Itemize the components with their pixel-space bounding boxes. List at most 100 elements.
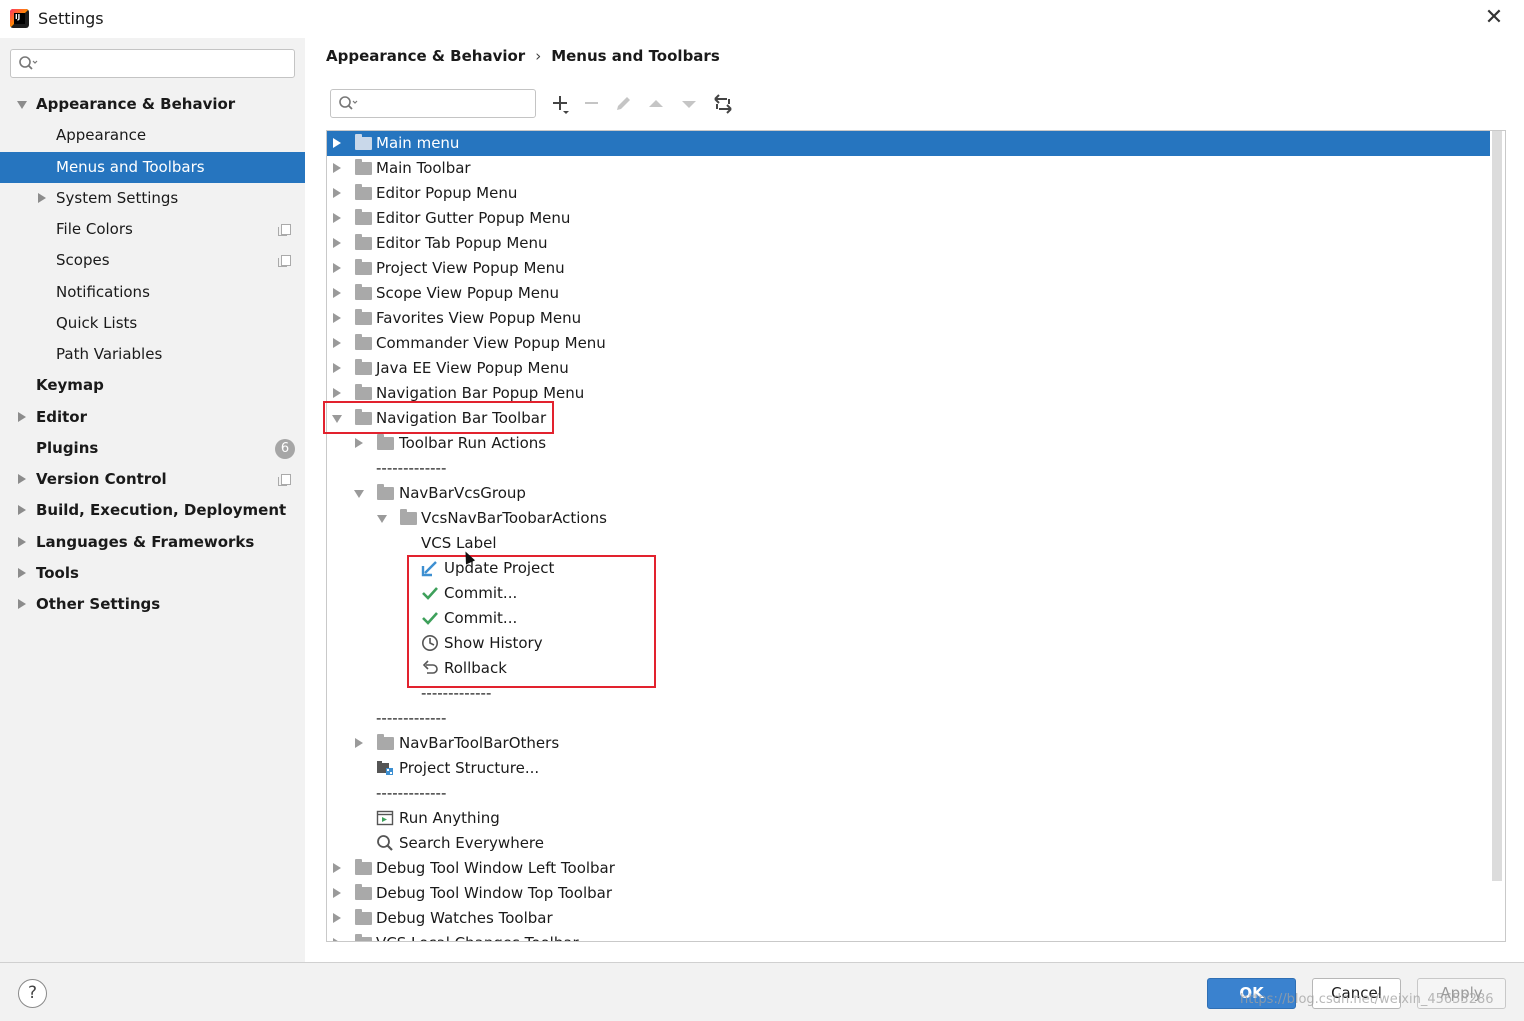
tree-row[interactable]: Commander View Popup Menu (327, 331, 1491, 356)
sidebar-item-label: Languages & Frameworks (36, 533, 255, 551)
remove-icon[interactable] (580, 92, 604, 116)
tree-row[interactable]: Favorites View Popup Menu (327, 306, 1491, 331)
sidebar-item-system-settings[interactable]: System Settings (0, 183, 305, 214)
tree-row-label: Debug Tool Window Left Toolbar (376, 859, 615, 877)
tree-row-label: VcsNavBarToobarActions (421, 509, 607, 527)
tree-row[interactable]: Main menu (327, 131, 1491, 156)
folder-icon (377, 734, 394, 750)
folder-icon (355, 359, 372, 375)
project-scope-icon (278, 255, 291, 267)
chevron-right-icon (333, 213, 341, 223)
sidebar-item-appearance-behavior[interactable]: Appearance & Behavior (0, 89, 305, 120)
tree-row[interactable]: Debug Tool Window Left Toolbar (327, 856, 1491, 881)
chevron-right-icon (18, 505, 26, 515)
sidebar-item-notifications[interactable]: Notifications (0, 277, 305, 308)
tree-row-label: Main menu (376, 134, 460, 152)
tree-row-separator[interactable]: ------------- (327, 706, 1491, 731)
run-anything-icon (376, 809, 394, 827)
tree-row[interactable]: VCS Label (327, 531, 1491, 556)
project-scope-icon (278, 474, 291, 486)
tree-row[interactable]: Main Toolbar (327, 156, 1491, 181)
move-up-icon[interactable] (644, 92, 668, 116)
chevron-right-icon (18, 537, 26, 547)
tree-row-label: Favorites View Popup Menu (376, 309, 582, 327)
chevron-right-icon (333, 188, 341, 198)
chevron-right-icon (333, 138, 341, 148)
actions-tree[interactable]: Main menu Main Toolbar Editor Popup Menu… (326, 130, 1506, 942)
help-button[interactable]: ? (18, 979, 47, 1008)
tree-row[interactable]: Debug Watches Toolbar (327, 906, 1491, 931)
sidebar-item-label: Tools (36, 564, 79, 582)
chevron-right-icon (333, 338, 341, 348)
folder-icon (377, 434, 394, 450)
chevron-right-icon (333, 238, 341, 248)
tree-scrollbar[interactable] (1490, 131, 1504, 881)
tree-row[interactable]: Scope View Popup Menu (327, 281, 1491, 306)
sidebar-item-editor[interactable]: Editor (0, 402, 305, 433)
sidebar-item-path-variables[interactable]: Path Variables (0, 339, 305, 370)
scrollbar-thumb[interactable] (1492, 131, 1502, 881)
sidebar-item-other-settings[interactable]: Other Settings (0, 589, 305, 620)
tree-row[interactable]: Run Anything (327, 806, 1491, 831)
chevron-right-icon (333, 288, 341, 298)
add-icon[interactable] (549, 92, 573, 116)
tree-row[interactable]: Search Everywhere (327, 831, 1491, 856)
folder-icon (355, 134, 372, 150)
folder-icon (355, 284, 372, 300)
tree-row[interactable]: VCS Local Changes Toolbar (327, 931, 1491, 941)
tree-row-label: VCS Local Changes Toolbar (376, 931, 579, 941)
sidebar-item-tools[interactable]: Tools (0, 558, 305, 589)
sidebar-item-label: Plugins (36, 439, 99, 457)
search-icon (376, 834, 394, 852)
chevron-down-icon (17, 101, 27, 109)
settings-sidebar: Appearance & Behavior Appearance Menus a… (0, 38, 305, 962)
sidebar-item-keymap[interactable]: Keymap (0, 370, 305, 401)
sidebar-item-scopes[interactable]: Scopes (0, 245, 305, 276)
breadcrumb-separator: › (535, 47, 542, 65)
sidebar-item-version-control[interactable]: Version Control (0, 464, 305, 495)
tree-row[interactable]: Editor Popup Menu (327, 181, 1491, 206)
tree-row[interactable]: Java EE View Popup Menu (327, 356, 1491, 381)
tree-row[interactable]: NavBarToolBarOthers (327, 731, 1491, 756)
sidebar-item-build-execution-deployment[interactable]: Build, Execution, Deployment (0, 495, 305, 526)
tree-row-separator[interactable]: ------------- (327, 781, 1491, 806)
sidebar-item-label: Version Control (36, 470, 167, 488)
sidebar-item-label: Build, Execution, Deployment (36, 501, 287, 519)
project-structure-icon (376, 759, 394, 777)
sidebar-item-label: Appearance & Behavior (36, 95, 236, 113)
sidebar-search-input[interactable] (10, 49, 295, 78)
tree-row-label: Editor Gutter Popup Menu (376, 209, 571, 227)
chevron-right-icon (333, 263, 341, 273)
restore-defaults-icon[interactable] (711, 92, 735, 116)
sidebar-item-appearance[interactable]: Appearance (0, 120, 305, 151)
tree-row-label: Editor Tab Popup Menu (376, 234, 548, 252)
sidebar-item-plugins[interactable]: Plugins 6 (0, 433, 305, 464)
tree-row[interactable]: VcsNavBarToobarActions (327, 506, 1491, 531)
tree-row-label: VCS Label (421, 534, 497, 552)
tree-row[interactable]: NavBarVcsGroup (327, 481, 1491, 506)
tree-row[interactable]: Debug Tool Window Top Toolbar (327, 881, 1491, 906)
folder-icon (355, 384, 372, 400)
tree-row[interactable]: Editor Gutter Popup Menu (327, 206, 1491, 231)
sidebar-item-quick-lists[interactable]: Quick Lists (0, 308, 305, 339)
sidebar-item-menus-and-toolbars[interactable]: Menus and Toolbars (0, 152, 305, 183)
window-title: Settings (38, 9, 104, 28)
folder-icon (355, 859, 372, 875)
folder-icon (355, 309, 372, 325)
edit-icon[interactable] (612, 92, 636, 116)
actions-search-input[interactable] (330, 89, 536, 118)
tree-row[interactable]: Editor Tab Popup Menu (327, 231, 1491, 256)
tree-row[interactable]: Project Structure... (327, 756, 1491, 781)
tree-row-separator[interactable]: ------------- (327, 456, 1491, 481)
chevron-right-icon (333, 888, 341, 898)
breadcrumb-parent[interactable]: Appearance & Behavior (326, 47, 525, 65)
close-icon[interactable]: ✕ (1482, 6, 1506, 30)
sidebar-item-label: Path Variables (56, 345, 163, 363)
sidebar-item-languages-frameworks[interactable]: Languages & Frameworks (0, 527, 305, 558)
tree-row[interactable]: Toolbar Run Actions (327, 431, 1491, 456)
tree-row-label: Commander View Popup Menu (376, 334, 606, 352)
tree-row[interactable]: Project View Popup Menu (327, 256, 1491, 281)
move-down-icon[interactable] (677, 92, 701, 116)
intellij-app-icon: IJ (10, 9, 29, 28)
sidebar-item-file-colors[interactable]: File Colors (0, 214, 305, 245)
